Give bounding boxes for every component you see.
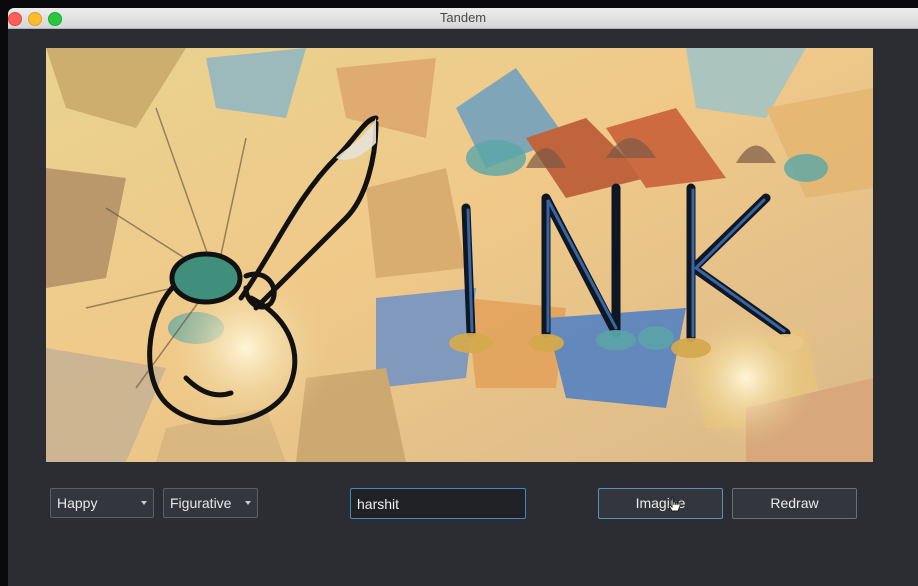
- imagine-button[interactable]: Imagine: [598, 488, 723, 519]
- window-title: Tandem: [439, 10, 487, 25]
- screen-frame: Tandem Happy Figurative harshit Imagine …: [0, 0, 918, 586]
- light-burst: [676, 308, 816, 448]
- artwork-canvas[interactable]: [46, 48, 873, 462]
- app-window: Tandem Happy Figurative harshit Imagine …: [8, 8, 918, 586]
- chevron-down-icon: [141, 501, 147, 505]
- mood-select[interactable]: Happy: [50, 488, 154, 518]
- chevron-down-icon: [245, 501, 251, 505]
- redraw-button[interactable]: Redraw: [732, 488, 857, 519]
- mood-select-value: Happy: [57, 495, 98, 511]
- title-bar[interactable]: Tandem: [8, 8, 918, 29]
- pointer-cursor-icon: [668, 496, 682, 519]
- name-input[interactable]: [350, 488, 526, 519]
- stylized-artwork: [46, 48, 873, 462]
- style-select-value: Figurative: [170, 495, 232, 511]
- controls-bar: Happy Figurative Imagine Redraw: [8, 480, 918, 520]
- style-select[interactable]: Figurative: [163, 488, 258, 518]
